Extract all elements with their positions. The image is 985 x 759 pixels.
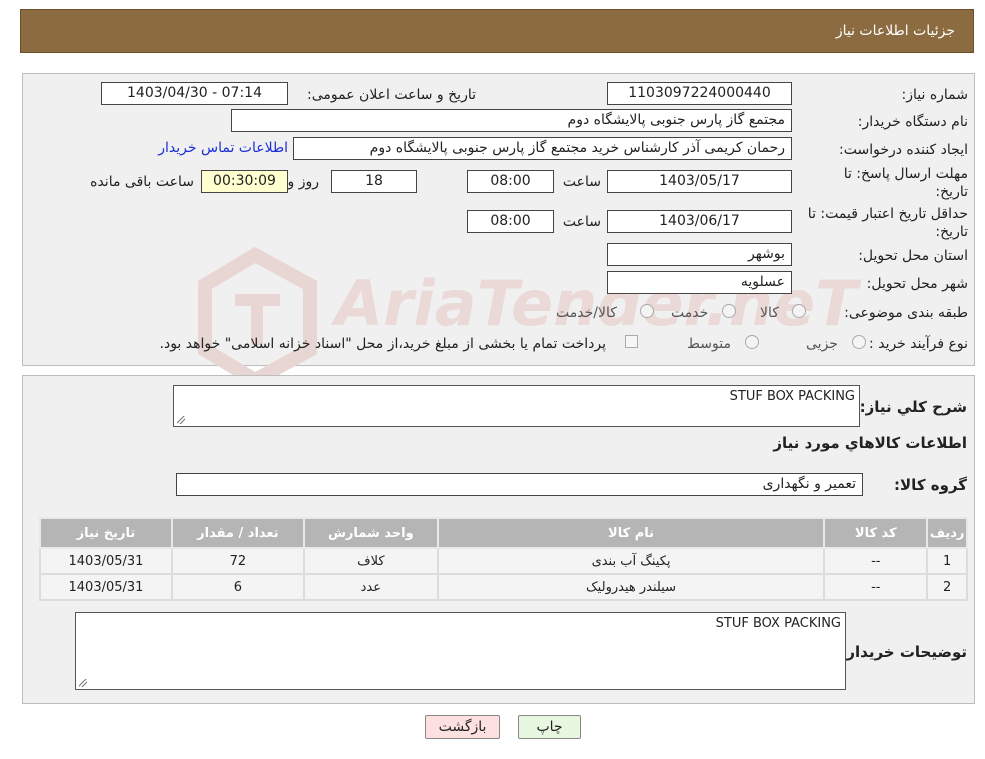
page-title: جزئیات اطلاعات نیاز [835, 23, 955, 39]
cell-code: -- [823, 547, 929, 575]
category-option-goods: کالا [760, 305, 779, 321]
validity-label-2: تاریخ: [935, 224, 968, 240]
contact-buyer-link[interactable]: اطلاعات تماس خریدار [158, 140, 288, 156]
category-option-service: خدمت [671, 305, 709, 321]
city-field[interactable]: عسلویه [607, 271, 792, 294]
buyer-notes-label: توضیحات خریدار: [840, 643, 967, 661]
deadline-label-2: تاریخ: [935, 184, 968, 200]
remaining-time-field: 00:30:09 [201, 170, 288, 193]
days-field[interactable]: 18 [331, 170, 417, 193]
col-name: نام کالا [436, 517, 826, 549]
remaining-label: ساعت باقی مانده [90, 174, 194, 190]
deadline-date-field[interactable]: 1403/05/17 [607, 170, 792, 193]
summary-label: شرح کلي نياز: [859, 398, 967, 416]
buyer-org-label: نام دستگاه خریدار: [857, 114, 968, 130]
cell-code: -- [823, 573, 929, 601]
cell-row: 2 [926, 573, 968, 601]
category-radio-service[interactable] [722, 304, 736, 318]
process-radio-minor[interactable] [852, 335, 866, 349]
deadline-time-field[interactable]: 08:00 [467, 170, 554, 193]
page-header: جزئیات اطلاعات نیاز [20, 9, 974, 53]
process-option-medium: متوسط [687, 336, 731, 352]
col-date: تاریخ نیاز [39, 517, 173, 549]
buyer-notes-textarea[interactable]: STUF BOX PACKING [75, 612, 846, 690]
resize-grip-icon[interactable] [79, 679, 87, 687]
province-field[interactable]: بوشهر [607, 243, 792, 266]
resize-grip-icon[interactable] [177, 416, 185, 424]
validity-label-1: حداقل تاریخ اعتبار قیمت: تا [807, 206, 968, 222]
table-row: 1 -- پکینگ آب بندی کلاف 72 1403/05/31 [39, 547, 968, 575]
deadline-label-1: مهلت ارسال پاسخ: تا [843, 166, 968, 182]
validity-time-label: ساعت [562, 214, 601, 230]
category-radio-both[interactable] [640, 304, 654, 318]
col-qty: تعداد / مقدار [170, 517, 305, 549]
print-button[interactable]: چاپ [518, 715, 581, 739]
col-unit: واحد شمارش [302, 517, 439, 549]
days-label: روز و [287, 174, 320, 190]
announce-field[interactable]: 1403/04/30 - 07:14 [101, 82, 288, 105]
need-number-label: شماره نیاز: [901, 87, 969, 103]
back-button[interactable]: بازگشت [425, 715, 500, 739]
cell-name: سیلندر هیدرولیک [436, 573, 826, 601]
summary-textarea[interactable]: STUF BOX PACKING [173, 385, 860, 427]
col-row: ردیف [926, 517, 968, 549]
buyer-org-field[interactable]: مجتمع گاز پارس جنوبی پالایشگاه دوم [231, 109, 792, 132]
category-radio-goods[interactable] [792, 304, 806, 318]
payment-note: پرداخت تمام یا بخشی از مبلغ خرید،از محل … [159, 336, 606, 352]
goods-info-title: اطلاعات کالاهاي مورد نياز [773, 434, 967, 452]
cell-name: پکینگ آب بندی [436, 547, 826, 575]
province-label: استان محل تحویل: [858, 248, 968, 264]
process-option-minor: جزیی [806, 336, 838, 352]
items-table: ردیف کد کالا نام کالا واحد شمارش تعداد /… [39, 517, 968, 601]
table-row: 2 -- سیلندر هیدرولیک عدد 6 1403/05/31 [39, 573, 968, 601]
process-label: نوع فرآیند خرید : [869, 336, 968, 352]
cell-date: 1403/05/31 [39, 547, 173, 575]
creator-label: ایجاد کننده درخواست: [839, 142, 968, 158]
category-option-both: کالا/خدمت [556, 305, 617, 321]
validity-date-field[interactable]: 1403/06/17 [607, 210, 792, 233]
goods-group-label: گروه کالا: [894, 476, 967, 494]
summary-text: STUF BOX PACKING [729, 389, 855, 404]
announce-label: تاریخ و ساعت اعلان عمومی: [307, 87, 476, 103]
goods-group-field[interactable]: تعمیر و نگهداری [176, 473, 863, 496]
cell-unit: عدد [302, 573, 439, 601]
buyer-notes-text: STUF BOX PACKING [715, 616, 841, 631]
deadline-time-label: ساعت [562, 174, 601, 190]
cell-unit: کلاف [302, 547, 439, 575]
need-number-field[interactable]: 1103097224000440 [607, 82, 792, 105]
cell-row: 1 [926, 547, 968, 575]
table-header-row: ردیف کد کالا نام کالا واحد شمارش تعداد /… [39, 517, 968, 549]
process-radio-medium[interactable] [745, 335, 759, 349]
city-label: شهر محل تحویل: [866, 276, 968, 292]
cell-date: 1403/05/31 [39, 573, 173, 601]
col-code: کد کالا [823, 517, 929, 549]
cell-qty: 6 [170, 573, 305, 601]
creator-field[interactable]: رحمان کریمی آذر کارشناس خرید مجتمع گاز پ… [293, 137, 792, 160]
category-label: طبقه بندی موضوعی: [844, 305, 968, 321]
treasury-checkbox[interactable] [625, 335, 638, 348]
validity-time-field[interactable]: 08:00 [467, 210, 554, 233]
cell-qty: 72 [170, 547, 305, 575]
